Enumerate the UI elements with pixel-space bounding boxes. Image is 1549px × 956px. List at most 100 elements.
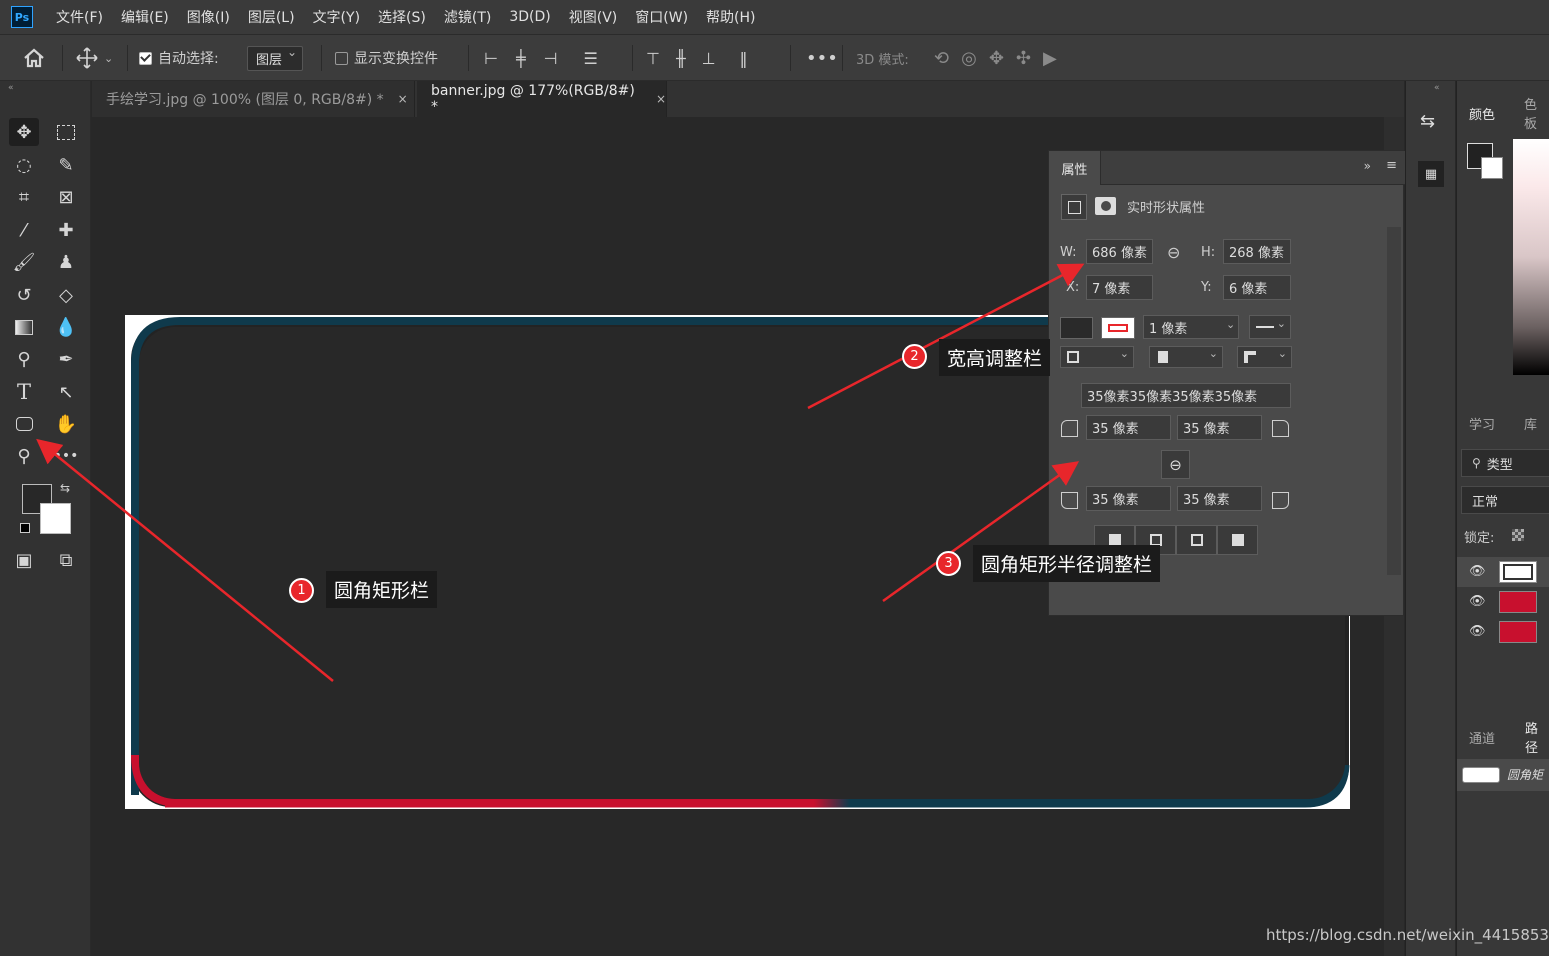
- menu-layer[interactable]: 图层(L): [239, 7, 304, 27]
- radius-top-right-field[interactable]: 35 像素: [1177, 415, 1262, 440]
- eye-icon[interactable]: 👁: [1469, 594, 1486, 609]
- align-right-icon[interactable]: ⊣: [544, 49, 558, 68]
- width-field[interactable]: 686 像素: [1086, 239, 1153, 264]
- radius-summary-field[interactable]: 35像素35像素35像素35像素: [1081, 383, 1291, 408]
- healing-brush-tool-icon[interactable]: ✚: [51, 216, 81, 244]
- history-panel-icon[interactable]: ⇆: [1420, 111, 1435, 132]
- screen-mode-icon[interactable]: ⧉: [51, 546, 81, 574]
- path-row[interactable]: 圆角矩: [1457, 759, 1549, 791]
- quick-select-tool-icon[interactable]: ✎: [51, 151, 81, 179]
- default-colors-icon[interactable]: [20, 523, 30, 533]
- move-tool-icon[interactable]: ✥: [9, 118, 39, 146]
- eye-icon[interactable]: 👁: [1469, 564, 1486, 579]
- roll-3d-icon[interactable]: ◎: [961, 48, 977, 69]
- align-hcenter-icon[interactable]: ╪: [516, 49, 526, 68]
- radius-bottom-left-field[interactable]: 35 像素: [1086, 486, 1171, 511]
- close-icon[interactable]: ×: [398, 92, 408, 106]
- menu-view[interactable]: 视图(V): [560, 7, 627, 27]
- swap-colors-icon[interactable]: ⇆: [60, 481, 70, 495]
- collapse-panel-icon[interactable]: »: [1364, 159, 1371, 173]
- fill-color-swatch[interactable]: [1060, 317, 1093, 339]
- eyedropper-tool-icon[interactable]: ⁄: [9, 216, 39, 244]
- type-tool-icon[interactable]: T: [9, 378, 39, 406]
- tab-shouhui[interactable]: 手绘学习.jpg @ 100% (图层 0, RGB/8#) * ×: [92, 81, 415, 117]
- zoom-tool-icon[interactable]: ⚲: [9, 442, 39, 470]
- auto-select-toggle[interactable]: 自动选择:: [139, 35, 219, 81]
- tab-color[interactable]: 颜色: [1457, 97, 1495, 129]
- lasso-tool-icon[interactable]: ◌: [9, 151, 39, 179]
- radius-bottom-right-field[interactable]: 35 像素: [1177, 486, 1262, 511]
- panel-scrollbar[interactable]: [1387, 227, 1401, 575]
- intersect-shape-icon[interactable]: [1176, 525, 1217, 555]
- chevron-down-icon[interactable]: ⌄: [104, 52, 113, 65]
- quick-mask-icon[interactable]: ▣: [9, 546, 39, 574]
- collapse-icon[interactable]: «: [8, 83, 14, 93]
- gradient-tool-icon[interactable]: [9, 313, 39, 341]
- menu-edit[interactable]: 编辑(E): [112, 7, 178, 27]
- more-options-icon[interactable]: •••: [806, 35, 838, 81]
- stamp-tool-icon[interactable]: ♟: [51, 248, 81, 276]
- path-select-tool-icon[interactable]: ↖: [51, 378, 81, 406]
- blend-mode-dropdown[interactable]: 正常: [1461, 486, 1549, 514]
- stroke-type-dropdown[interactable]: ⌄: [1249, 315, 1291, 339]
- exclude-shape-icon[interactable]: [1217, 525, 1258, 555]
- x-field[interactable]: 7 像素: [1086, 275, 1153, 300]
- panel-menu-icon[interactable]: ≡: [1386, 158, 1397, 173]
- show-transform-toggle[interactable]: 显示变换控件: [335, 35, 438, 81]
- close-icon[interactable]: ×: [656, 92, 666, 106]
- slide-3d-icon[interactable]: ✣: [1016, 48, 1031, 69]
- menu-type[interactable]: 文字(Y): [304, 7, 369, 27]
- 3d-panel-icon[interactable]: ▦: [1418, 161, 1444, 187]
- height-field[interactable]: 268 像素: [1223, 239, 1291, 264]
- tab-learn[interactable]: 学习: [1457, 407, 1495, 439]
- y-field[interactable]: 6 像素: [1223, 275, 1291, 300]
- tab-paths[interactable]: 路径: [1513, 721, 1549, 756]
- orbit-3d-icon[interactable]: ⟲: [934, 48, 949, 69]
- frame-tool-icon[interactable]: ⊠: [51, 183, 81, 211]
- edit-toolbar-icon[interactable]: •••: [51, 442, 81, 470]
- blur-tool-icon[interactable]: 💧: [51, 313, 81, 341]
- shape-properties-icon[interactable]: [1061, 194, 1087, 220]
- eye-icon[interactable]: 👁: [1469, 624, 1486, 639]
- rounded-rectangle-tool-icon[interactable]: [9, 410, 39, 438]
- menu-3d[interactable]: 3D(D): [500, 9, 559, 25]
- link-radius-icon[interactable]: ⊖: [1161, 450, 1190, 479]
- link-icon[interactable]: ⊖: [1167, 243, 1180, 262]
- layer-filter[interactable]: ⚲ 类型: [1461, 449, 1549, 477]
- mask-properties-icon[interactable]: [1095, 197, 1116, 215]
- stroke-align-dropdown[interactable]: ⌄: [1060, 346, 1134, 368]
- history-brush-tool-icon[interactable]: ↺: [9, 281, 39, 309]
- align-distribute-icon[interactable]: ☰: [584, 49, 598, 68]
- menu-filter[interactable]: 滤镜(T): [435, 7, 500, 27]
- marquee-tool-icon[interactable]: [51, 118, 81, 146]
- color-picker-field[interactable]: [1513, 139, 1549, 375]
- auto-select-dropdown[interactable]: 图层: [247, 45, 304, 71]
- menu-select[interactable]: 选择(S): [369, 7, 435, 27]
- crop-tool-icon[interactable]: ⌗: [9, 183, 39, 211]
- expand-icon[interactable]: «: [1434, 83, 1440, 93]
- eraser-tool-icon[interactable]: ◇: [51, 281, 81, 309]
- align-bottom-icon[interactable]: ⊥: [702, 49, 716, 68]
- home-icon[interactable]: [22, 35, 46, 81]
- menu-window[interactable]: 窗口(W): [626, 7, 697, 27]
- pan-3d-icon[interactable]: ✥: [989, 48, 1004, 69]
- layer-row[interactable]: 👁: [1457, 587, 1549, 617]
- menu-image[interactable]: 图像(I): [178, 7, 239, 27]
- layer-row[interactable]: 👁: [1457, 617, 1549, 647]
- layer-row[interactable]: 👁: [1457, 557, 1549, 587]
- panel-background-swatch[interactable]: [1481, 157, 1503, 179]
- align-vcenter-icon[interactable]: ╫: [676, 49, 686, 68]
- brush-tool-icon[interactable]: 🖌: [9, 248, 39, 276]
- dodge-tool-icon[interactable]: ⚲: [9, 345, 39, 373]
- distribute-vertical-icon[interactable]: ‖: [740, 49, 748, 68]
- tab-swatches[interactable]: 色板: [1512, 97, 1549, 132]
- tab-banner[interactable]: banner.jpg @ 177%(RGB/8#) * ×: [417, 81, 667, 117]
- show-transform-checkbox[interactable]: [335, 51, 348, 65]
- align-left-icon[interactable]: ⊢: [484, 49, 498, 68]
- align-top-icon[interactable]: ⊤: [646, 49, 660, 68]
- tab-libraries[interactable]: 库: [1512, 407, 1537, 439]
- menu-file[interactable]: 文件(F): [47, 7, 112, 27]
- lock-transparency-icon[interactable]: [1512, 529, 1524, 541]
- menu-help[interactable]: 帮助(H): [697, 7, 764, 27]
- tab-channels[interactable]: 通道: [1457, 721, 1495, 753]
